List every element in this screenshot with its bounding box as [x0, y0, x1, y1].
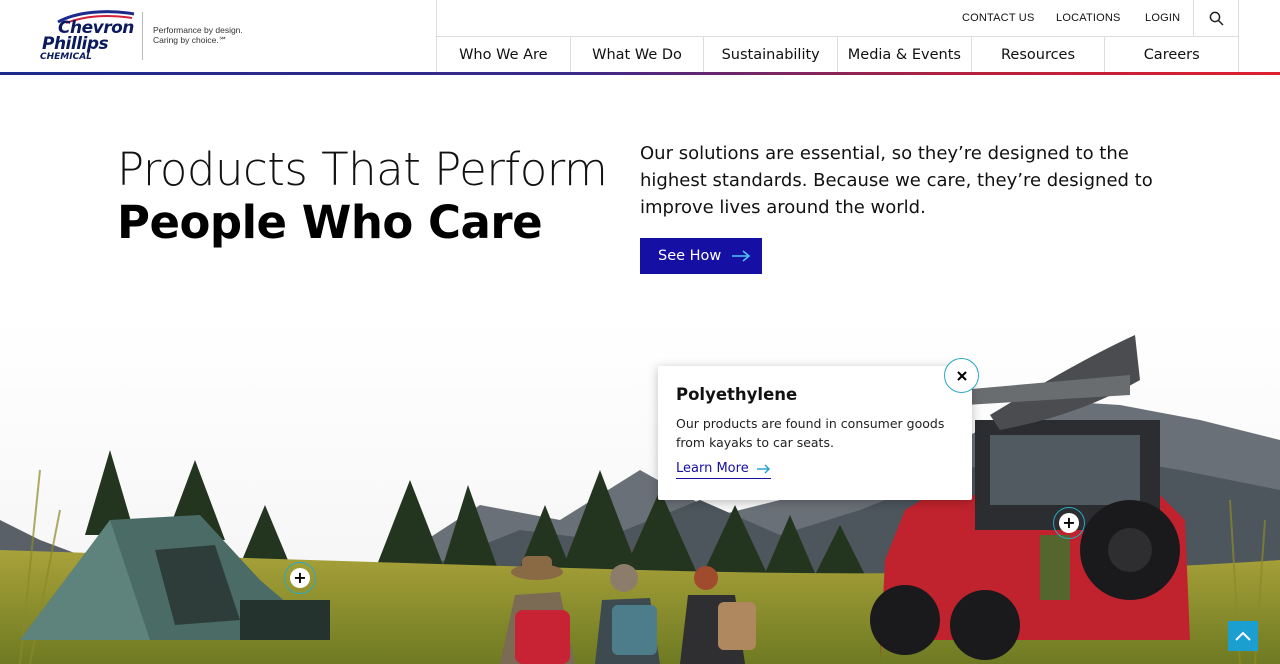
- hero-description: Our solutions are essential, so they’re …: [640, 143, 1153, 218]
- close-icon: [956, 370, 967, 381]
- hero-headline-line2: People Who Care: [117, 196, 543, 249]
- login-link[interactable]: LOGIN: [1145, 12, 1180, 24]
- search-icon: [1209, 11, 1224, 26]
- logo-text-chemical: CHEMICAL: [40, 52, 92, 62]
- arrow-right-icon: [756, 464, 770, 473]
- nav-item-what-we-do[interactable]: What We Do: [571, 37, 705, 72]
- popup-close-button[interactable]: [944, 358, 979, 393]
- see-how-button[interactable]: See How: [640, 238, 762, 274]
- popup-title: Polyethylene: [676, 385, 798, 404]
- arrow-right-icon: [732, 250, 751, 262]
- tagline-line-1: Performance by design.: [153, 25, 243, 35]
- header-gradient-bar: [0, 72, 1280, 75]
- nav-item-sustainability[interactable]: Sustainability: [704, 37, 839, 72]
- outdoor-scene-illustration: [0, 320, 1280, 664]
- tagline-line-2: Caring by choice.℠: [153, 35, 228, 45]
- hero-headline-line1: Products That Perform: [117, 143, 608, 196]
- popup-body: Our products are found in consumer goods…: [676, 416, 945, 450]
- logo-text-phillips: Phillips: [42, 34, 109, 54]
- plus-icon: +: [290, 568, 310, 588]
- site-header: Chevron Phillips CHEMICAL Performance by…: [0, 0, 1280, 75]
- main-nav: Who We Are What We Do Sustainability Med…: [436, 37, 1240, 72]
- hotspot-jeep[interactable]: +: [1053, 507, 1085, 539]
- nav-item-resources[interactable]: Resources: [972, 37, 1106, 72]
- search-button[interactable]: [1193, 0, 1239, 36]
- product-popup: Polyethylene Our products are found in c…: [658, 366, 972, 500]
- chevron-up-icon: [1235, 631, 1251, 641]
- learn-more-label: Learn More: [676, 461, 749, 476]
- utility-nav: CONTACT US LOCATIONS LOGIN: [436, 0, 1239, 37]
- back-to-top-button[interactable]: [1228, 621, 1258, 651]
- see-how-label: See How: [658, 248, 722, 264]
- contact-us-link[interactable]: CONTACT US: [962, 12, 1035, 24]
- plus-icon: +: [1059, 513, 1079, 533]
- logo-divider: [142, 12, 143, 60]
- nav-item-careers[interactable]: Careers: [1105, 37, 1240, 72]
- hotspot-tent[interactable]: +: [284, 562, 316, 594]
- learn-more-link[interactable]: Learn More: [676, 461, 771, 479]
- locations-link[interactable]: LOCATIONS: [1056, 12, 1121, 24]
- nav-item-media-events[interactable]: Media & Events: [838, 37, 972, 72]
- company-logo[interactable]: Chevron Phillips CHEMICAL: [38, 10, 138, 62]
- brand-tagline: Performance by design. Caring by choice.…: [153, 25, 243, 45]
- nav-item-who-we-are[interactable]: Who We Are: [437, 37, 571, 72]
